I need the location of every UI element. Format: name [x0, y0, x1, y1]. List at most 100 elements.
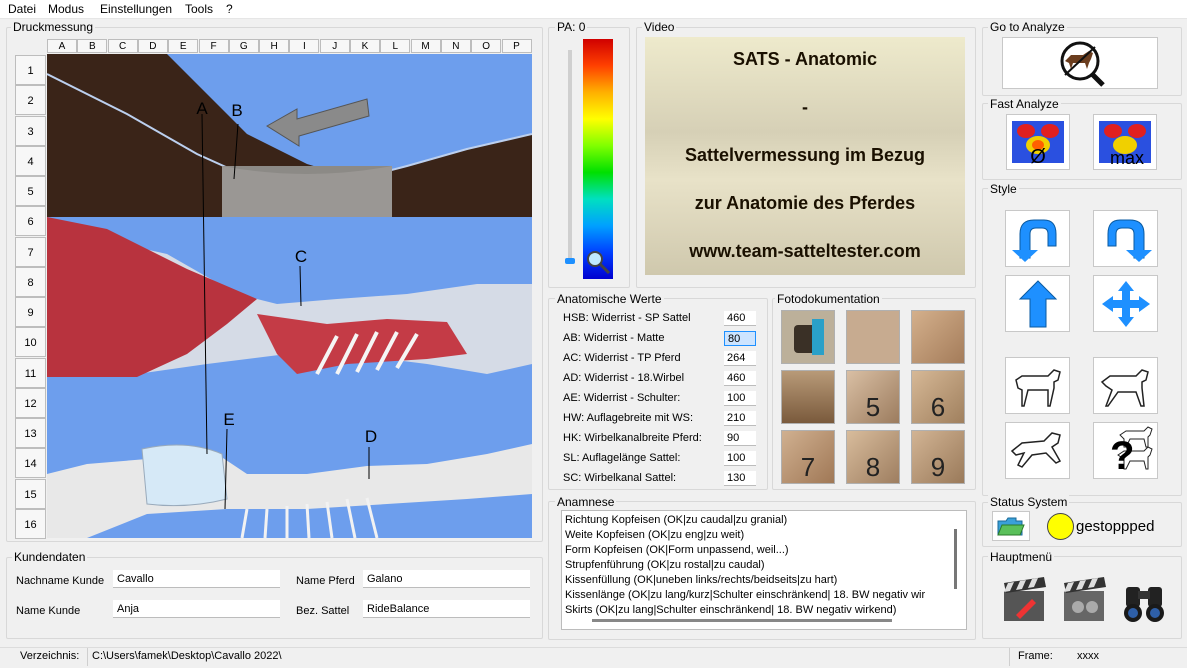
anatomical-value-label: HW: Auflagebreite mit WS: [563, 412, 694, 424]
column-header[interactable]: N [440, 39, 471, 53]
photo-thumb-6[interactable]: 6 [911, 370, 965, 424]
row-header[interactable]: 7 [15, 236, 46, 267]
kundendaten-label: Kundendaten [12, 550, 88, 564]
anatomical-value-field[interactable]: 80 [724, 331, 756, 346]
style-horse-running-button[interactable] [1005, 422, 1070, 479]
fast-analyze-max-button[interactable]: max [1093, 114, 1157, 170]
binoculars-icon [1124, 587, 1164, 622]
column-header[interactable]: M [410, 39, 441, 53]
hauptmenu-label: Hauptmenü [988, 550, 1055, 564]
fast-analyze-average-button[interactable]: Ø [1006, 114, 1070, 170]
menu-tools[interactable]: Tools [185, 2, 213, 16]
anatomical-value-field[interactable]: 130 [724, 471, 756, 486]
row-header[interactable]: 16 [15, 508, 46, 539]
menu-modus[interactable]: Modus [48, 2, 84, 16]
anamnese-hscrollbar[interactable] [592, 619, 892, 622]
bez-sattel-label: Bez. Sattel [296, 605, 350, 617]
anatomical-value-field[interactable]: 210 [724, 411, 756, 426]
anatomical-value-field[interactable]: 460 [724, 311, 756, 326]
photo-number-5: 5 [865, 392, 881, 422]
column-header[interactable]: G [228, 39, 259, 53]
row-header[interactable]: 1 [15, 55, 46, 85]
video-frame: SATS - Anatomic - Sattelvermessung im Be… [645, 37, 965, 275]
verzeichnis-label: Verzeichnis: [20, 650, 80, 662]
anamnese-textarea[interactable]: Richtung Kopfeisen (OK|zu caudal|zu gran… [561, 510, 967, 630]
anamnese-line: Strupfenführung (OK|zu rostal|zu caudal) [565, 559, 765, 571]
column-header[interactable]: L [380, 39, 411, 53]
name-pferd-label: Name Pferd [296, 575, 355, 587]
anatomical-value-field[interactable]: 100 [724, 391, 756, 406]
anatomical-value-field[interactable]: 460 [724, 371, 756, 386]
style-horse-unknown-button[interactable]: ? [1093, 422, 1158, 479]
row-header[interactable]: 4 [15, 145, 46, 176]
row-header[interactable]: 13 [15, 418, 46, 448]
bez-sattel-field[interactable]: RideBalance [363, 600, 530, 618]
style-horse-standing-button[interactable] [1005, 357, 1070, 414]
style-horse-walking-button[interactable] [1093, 357, 1158, 414]
anatomical-value-field[interactable]: 100 [724, 451, 756, 466]
style-arrow-down-right-button[interactable] [1093, 210, 1158, 267]
column-header[interactable]: F [198, 39, 229, 53]
row-header[interactable]: 11 [15, 357, 46, 388]
column-header[interactable]: J [319, 39, 350, 53]
row-header[interactable]: 3 [15, 115, 46, 146]
pa-slider-thumb[interactable] [565, 258, 575, 264]
row-header[interactable]: 14 [15, 448, 46, 479]
name-pferd-field[interactable]: Galano [363, 570, 530, 588]
photo-thumb-4[interactable] [781, 370, 835, 424]
column-header[interactable]: I [289, 39, 320, 53]
clapperboard-movie-button[interactable] [1056, 571, 1112, 627]
photo-thumb-1[interactable] [781, 310, 835, 364]
photo-thumb-2[interactable] [846, 310, 900, 364]
anamnese-vscrollbar[interactable] [954, 529, 957, 589]
style-arrow-up-button[interactable] [1005, 275, 1070, 332]
column-header[interactable]: H [259, 39, 290, 53]
column-header[interactable]: E [168, 39, 199, 53]
photo-thumb-7[interactable]: 7 [781, 430, 835, 484]
pa-slider-track[interactable] [568, 50, 572, 260]
row-header[interactable]: 9 [15, 297, 46, 327]
fast-analyze-label: Fast Analyze [988, 97, 1061, 111]
column-header[interactable]: A [47, 39, 77, 53]
menu-einstellungen[interactable]: Einstellungen [100, 2, 172, 16]
name-kunde-field[interactable]: Anja [113, 600, 280, 618]
average-symbol: Ø [1030, 146, 1046, 167]
anatomical-value-field[interactable]: 90 [724, 431, 756, 446]
binoculars-button[interactable] [1116, 571, 1172, 627]
anamnese-line: Richtung Kopfeisen (OK|zu caudal|zu gran… [565, 514, 788, 526]
row-header[interactable]: 15 [15, 478, 46, 509]
row-header[interactable]: 12 [15, 387, 46, 418]
pressure-color-scale [583, 39, 613, 279]
row-header[interactable]: 2 [15, 85, 46, 116]
marker-d: D [365, 427, 377, 446]
anamnese-line: Weite Kopfeisen (OK|zu eng|zu weit) [565, 529, 745, 541]
column-header[interactable]: B [77, 39, 108, 53]
menu-datei[interactable]: Datei [8, 2, 36, 16]
column-header[interactable]: O [471, 39, 502, 53]
nachname-kunde-field[interactable]: Cavallo [113, 570, 280, 588]
go-to-analyze-button[interactable] [1002, 37, 1158, 89]
row-header[interactable]: 6 [15, 206, 46, 237]
photo-thumb-8[interactable]: 8 [846, 430, 900, 484]
style-arrows-cross-button[interactable] [1093, 275, 1158, 332]
row-header[interactable]: 8 [15, 266, 46, 297]
column-header[interactable]: C [107, 39, 138, 53]
style-arrow-down-left-button[interactable] [1005, 210, 1070, 267]
row-header[interactable]: 10 [15, 327, 46, 358]
anatomical-value-field[interactable]: 264 [724, 351, 756, 366]
clapperboard-rocket-button[interactable] [996, 571, 1052, 627]
photo-thumb-9[interactable]: 9 [911, 430, 965, 484]
photo-thumb-3[interactable] [911, 310, 965, 364]
column-header[interactable]: P [501, 39, 532, 53]
row-header[interactable]: 5 [15, 176, 46, 206]
anamnese-label: Anamnese [555, 495, 617, 509]
column-header[interactable]: D [137, 39, 168, 53]
column-header[interactable]: K [350, 39, 380, 53]
photo-thumb-5[interactable]: 5 [846, 370, 900, 424]
anamnese-line: Skirts (OK|zu lang|Schulter einschränken… [565, 604, 897, 616]
open-folder-button[interactable] [992, 511, 1030, 541]
verzeichnis-value: C:\Users\famek\Desktop\Cavallo 2022\ [92, 650, 282, 662]
menu-help[interactable]: ? [226, 2, 233, 16]
magnifier-icon[interactable] [584, 248, 612, 276]
druckmessung-label: Druckmessung [11, 20, 96, 34]
